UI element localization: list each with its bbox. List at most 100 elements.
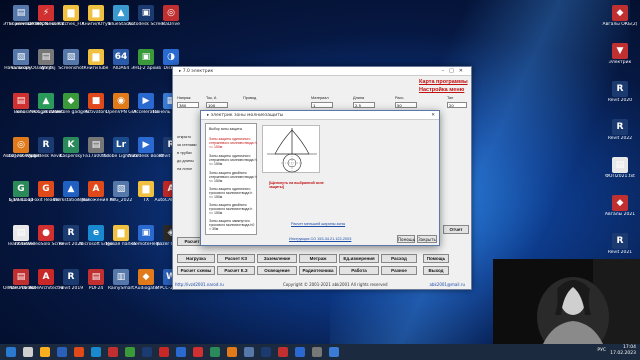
map-link[interactable]: Карта программы <box>419 79 468 85</box>
option-open[interactable]: открыто <box>177 135 191 139</box>
taskbar-app-icon[interactable] <box>40 347 50 357</box>
desktop-icon-label: Авгалы 2021 <box>604 212 636 217</box>
desktop-icon-glyph: ▤ <box>13 269 29 285</box>
dialog-close-button[interactable]: Закрыть <box>417 235 437 243</box>
length-field[interactable]: 50 <box>395 102 417 108</box>
function-button[interactable]: Заземление <box>257 254 297 263</box>
desktop-icon[interactable]: ◆ Авгалы ОКБ(2) <box>602 4 638 38</box>
taskbar-app-icon[interactable] <box>312 347 322 357</box>
function-button[interactable]: Расчет К.З <box>217 266 255 275</box>
desktop-icon-glyph: ◎ <box>13 137 29 153</box>
zone-option-3[interactable]: Зоны защиты двойного стержневого молниео… <box>209 171 257 183</box>
function-button[interactable]: Разное <box>381 266 417 275</box>
taskbar-app-icon[interactable] <box>142 347 152 357</box>
desktop-icon[interactable]: ▲ Google Drive <box>28 92 64 126</box>
lightning-zone-diagram[interactable] <box>262 125 320 173</box>
desktop-icon[interactable]: ▤ svgmjtkj <box>28 48 64 82</box>
function-button[interactable]: Метраж <box>299 254 337 263</box>
current-field[interactable]: 100 <box>206 102 228 108</box>
taskbar-app-icon[interactable] <box>23 347 33 357</box>
start-button[interactable] <box>6 347 16 357</box>
zone-option-2[interactable]: Зоны защиты одиночного стержневого молни… <box>209 154 257 166</box>
function-button[interactable]: Нагрузка <box>177 254 215 263</box>
desktop-icon-label: ФОП2021.txt <box>605 174 635 179</box>
zone-list-panel[interactable]: Выбор зоны защиты Зоны защиты одиночного… <box>205 123 257 235</box>
taskbar-app-icon[interactable] <box>295 347 305 357</box>
desktop-icon[interactable]: ▼ Электрик <box>602 42 638 76</box>
desktop-icon-glyph: ▤ <box>88 137 104 153</box>
function-button[interactable]: Расход <box>381 254 417 263</box>
dialog-title-bar[interactable]: ▸ электрик зоны молниезащиты ✕ <box>201 111 439 120</box>
desktop-icon[interactable]: ◎ RaDrive <box>153 4 189 38</box>
taskbar-app-icon[interactable] <box>176 347 186 357</box>
zone-option-4[interactable]: Зоны защиты одиночного тросового молниео… <box>209 187 257 199</box>
desktop-icon-label: TX.txt <box>14 242 28 247</box>
taskbar-app-icon[interactable] <box>261 347 271 357</box>
desktop-icon-glyph: ▧ <box>113 181 129 197</box>
settings-link[interactable]: Настройка меню <box>419 87 464 93</box>
tray-language[interactable]: РУС <box>597 348 606 354</box>
desktop-icon-glyph: ▤ <box>13 93 29 109</box>
function-button[interactable]: Работа <box>339 266 379 275</box>
desktop-icon[interactable]: ▤ Online PDF Tools <box>3 268 39 302</box>
dialog-help-button[interactable]: Помощь <box>397 235 415 243</box>
desktop-icon[interactable]: ⚡DAEMON Tools Lite <box>28 4 64 38</box>
voltage-field[interactable]: 380 <box>177 102 199 108</box>
option-length[interactable]: до длины <box>177 159 194 163</box>
app-title-bar[interactable]: ▸ 7.0 электрик –□✕ <box>173 67 471 76</box>
label-material: Материал <box>311 96 329 100</box>
section-field[interactable]: 2.5 <box>353 102 375 108</box>
taskbar-app-icon[interactable] <box>210 347 220 357</box>
function-button[interactable]: Освещение <box>257 266 297 275</box>
desktop-icon-glyph: ● <box>38 225 54 241</box>
desktop-icon[interactable]: ◆ Авгалы 2021 <box>602 194 638 228</box>
footer-site-link[interactable]: http://ivzd2001.narod.ru <box>175 281 224 288</box>
function-button[interactable]: Расчет схемы <box>177 266 215 275</box>
option-tray[interactable]: на лотке <box>177 167 192 171</box>
taskbar-app-icon[interactable] <box>91 347 101 357</box>
footer-email[interactable]: abk2001@mail.ru <box>429 281 465 288</box>
taskbar-app-icon[interactable] <box>193 347 203 357</box>
taskbar-app-icon[interactable] <box>329 347 339 357</box>
help-button[interactable]: Помощь <box>423 254 449 263</box>
report-button[interactable]: Отчет <box>443 225 469 234</box>
desktop-icon[interactable]: G GameLoop <box>3 180 39 214</box>
lightning-protection-dialog[interactable]: ▸ электрик зоны молниезащиты ✕ Выбор зон… <box>200 110 440 246</box>
desktop-icon[interactable]: ▤ TX.txt <box>3 224 39 258</box>
app-title: ▸ 7.0 электрик <box>179 69 214 74</box>
tray-date[interactable]: 17.02.2023 <box>610 351 636 357</box>
taskbar-app-icon[interactable] <box>227 347 237 357</box>
taskbar-app-icon[interactable] <box>57 347 67 357</box>
function-button[interactable]: Ед.измерения <box>339 254 379 263</box>
calc-width-link[interactable]: Расчет меньшей ширины зоны <box>291 222 345 226</box>
dialog-close-icon[interactable]: ✕ <box>431 111 435 120</box>
label-current: Ток, А <box>206 96 217 100</box>
option-walls[interactable]: за стенами <box>177 143 197 147</box>
zone-option-5[interactable]: Зоны защиты двойного тросового молниеотв… <box>209 203 257 215</box>
taskbar-app-icon[interactable] <box>159 347 169 357</box>
material-field[interactable]: 1 <box>311 102 333 108</box>
window-controls[interactable]: –□✕ <box>442 67 468 76</box>
desktop-icon-glyph: Lr <box>113 137 129 153</box>
desktop-icon-glyph: ▶ <box>138 93 154 109</box>
desktop-icon[interactable]: ◎ Autodesk Planet <box>3 136 39 170</box>
desktop-icon[interactable]: ▤ ФОП2021.txt <box>602 156 638 190</box>
desktop-icon-glyph: ▆ <box>88 49 104 65</box>
option-pipes[interactable]: в трубах <box>177 151 192 155</box>
calc-field[interactable]: 20 <box>447 102 467 108</box>
taskbar-app-icon[interactable] <box>108 347 118 357</box>
taskbar-app-icon[interactable] <box>125 347 135 357</box>
taskbar-app-icon[interactable] <box>278 347 288 357</box>
taskbar-app-icon[interactable] <box>74 347 84 357</box>
instruction-link[interactable]: Инструкция СО 153-34.21.122-2003 <box>289 237 351 241</box>
zone-option-6[interactable]: Зоны защиты замкнутого тросового молниео… <box>209 219 257 231</box>
desktop-icon[interactable]: R Revit 2020 <box>602 80 638 114</box>
exit-button[interactable]: Выход <box>423 266 449 275</box>
function-button[interactable]: Радиотехника <box>299 266 337 275</box>
zone-option-1[interactable]: Зоны защиты одиночного стержневого молни… <box>209 137 257 149</box>
function-button[interactable]: Расчет КЗ <box>217 254 255 263</box>
taskbar-app-icon[interactable] <box>244 347 254 357</box>
desktop-icon-glyph: 64 <box>113 49 129 65</box>
system-tray[interactable]: РУС 17:04 17.02.2023 <box>597 345 636 357</box>
desktop-icon[interactable]: R Revit 2022 <box>602 118 638 152</box>
